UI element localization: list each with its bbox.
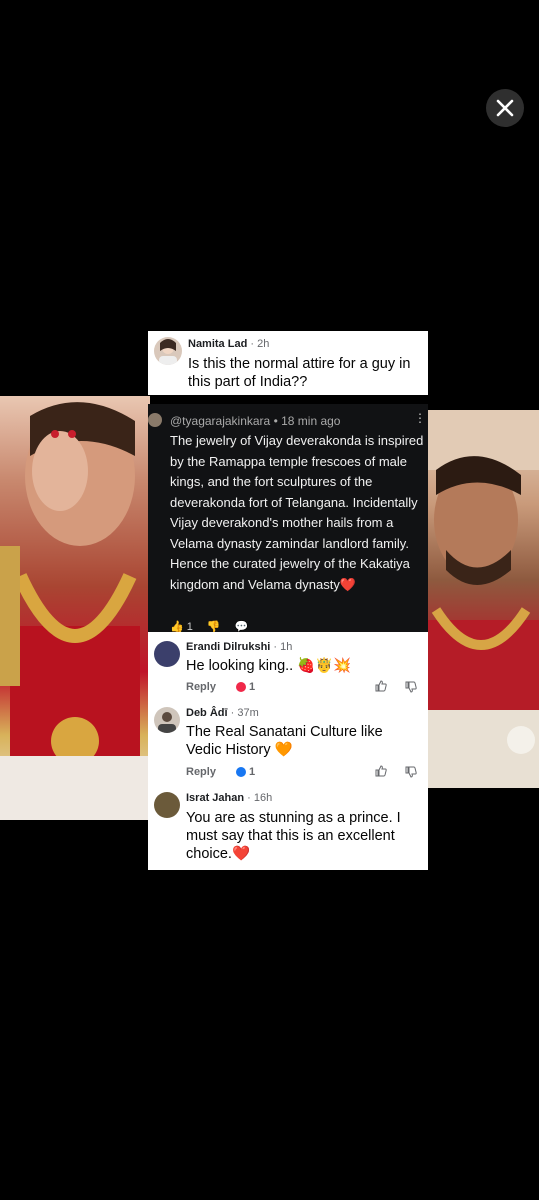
comment-text: He looking king.. 🍓🤴💥 (186, 658, 352, 674)
right-photo (426, 410, 539, 788)
commenter-name[interactable]: Erandi Dilrukshi · 1h (186, 641, 292, 653)
commenter-name[interactable]: Israt Jahan · 16h (186, 792, 272, 804)
comments-card: Erandi Dilrukshi · 1h He looking king.. … (148, 632, 428, 870)
avatar[interactable] (154, 337, 182, 365)
more-options-icon[interactable]: ⋮ (414, 412, 426, 424)
comment-text: The jewelry of Vijay deverakonda is insp… (170, 433, 424, 592)
dislike-icon[interactable] (405, 766, 417, 778)
avatar[interactable] (154, 707, 180, 733)
comment-text: You are as stunning as a prince. I must … (186, 810, 401, 862)
reaction-count[interactable]: 1 (236, 681, 255, 693)
like-icon[interactable] (375, 680, 387, 692)
like-reaction-icon (236, 767, 246, 777)
close-button[interactable] (486, 89, 524, 127)
comment-text: The Real Sanatani Culture like Vedic His… (186, 724, 383, 758)
commenter-handle[interactable]: @tyagarajakinkara • 18 min ago (170, 414, 340, 428)
avatar[interactable] (154, 641, 180, 667)
love-reaction-icon (236, 682, 246, 692)
like-icon[interactable] (375, 765, 387, 777)
dark-comment-card: @tyagarajakinkara • 18 min ago ⋮ The jew… (148, 404, 428, 633)
comment-text: Is this the normal attire for a guy in t… (188, 356, 411, 390)
top-comment-card: Namita Lad · 2h Is this the normal attir… (148, 331, 428, 395)
commenter-name[interactable]: Deb Âdī · 37m (186, 707, 259, 719)
commenter-name[interactable]: Namita Lad · 2h (188, 338, 269, 350)
dislike-icon[interactable] (405, 681, 417, 693)
avatar[interactable] (148, 413, 162, 427)
close-icon (496, 99, 514, 117)
reply-button[interactable]: Reply (186, 766, 216, 778)
avatar[interactable] (154, 792, 180, 818)
reaction-count[interactable]: 1 (236, 766, 255, 778)
left-photo (0, 396, 150, 820)
reply-button[interactable]: Reply (186, 681, 216, 693)
